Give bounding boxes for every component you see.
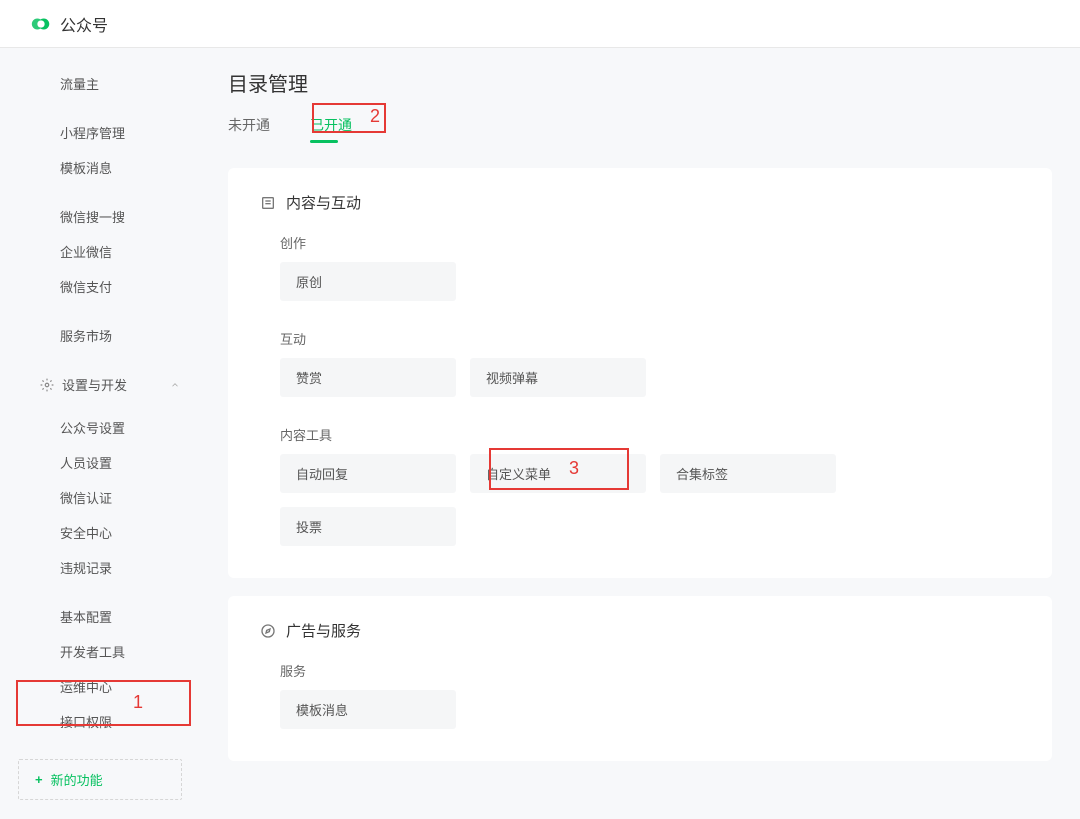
tab-bar: 未开通 已开通: [228, 115, 1052, 144]
panel-title: 内容与互动: [286, 192, 361, 213]
gear-icon: [40, 378, 54, 392]
sidebar-item-security-center[interactable]: 安全中心: [0, 515, 200, 550]
tag-collection-tags[interactable]: 合集标签: [660, 454, 836, 493]
sidebar-item-api-permissions[interactable]: 接口权限: [0, 704, 200, 739]
tab-enabled[interactable]: 已开通: [310, 115, 352, 143]
content-icon: [260, 195, 276, 211]
sidebar-item-account-settings[interactable]: 公众号设置: [0, 410, 200, 445]
group-interaction: 互动 赞赏 视频弹幕: [280, 329, 1020, 397]
tag-reward[interactable]: 赞赏: [280, 358, 456, 397]
sidebar-item-search[interactable]: 微信搜一搜: [0, 199, 200, 234]
sidebar-item-wx-verify[interactable]: 微信认证: [0, 480, 200, 515]
app-header: 公众号: [0, 0, 1080, 48]
group-creation: 创作 原创: [280, 233, 1020, 301]
plus-icon: +: [35, 772, 43, 787]
group-label: 创作: [280, 233, 1020, 252]
tag-vote[interactable]: 投票: [280, 507, 456, 546]
panel-ads-services: 广告与服务 服务 模板消息: [228, 596, 1052, 761]
sidebar-item-liuliangzhu[interactable]: 流量主: [0, 66, 200, 101]
sidebar-item-violation-log[interactable]: 违规记录: [0, 550, 200, 585]
group-label: 服务: [280, 661, 1020, 680]
new-feature-label: 新的功能: [51, 770, 103, 789]
sidebar-item-basic-config[interactable]: 基本配置: [0, 599, 200, 634]
tag-template-message[interactable]: 模板消息: [280, 690, 456, 729]
sidebar-item-service-market[interactable]: 服务市场: [0, 318, 200, 353]
group-services: 服务 模板消息: [280, 661, 1020, 729]
sidebar-section-settings[interactable]: 设置与开发: [0, 367, 200, 402]
sidebar-item-staff-settings[interactable]: 人员设置: [0, 445, 200, 480]
main-content: 目录管理 未开通 已开通 内容与互动 创作 原创 互动: [200, 48, 1080, 819]
group-label: 互动: [280, 329, 1020, 348]
wechat-logo-icon: [30, 13, 52, 35]
panel-title: 广告与服务: [286, 620, 361, 641]
sidebar-item-template-msg[interactable]: 模板消息: [0, 150, 200, 185]
group-content-tools: 内容工具 自动回复 自定义菜单 合集标签 投票: [280, 425, 1020, 546]
sidebar-item-wxpay[interactable]: 微信支付: [0, 269, 200, 304]
group-label: 内容工具: [280, 425, 1020, 444]
brand: 公众号: [30, 12, 108, 36]
compass-icon: [260, 623, 276, 639]
chevron-up-icon: [170, 380, 180, 390]
tag-original[interactable]: 原创: [280, 262, 456, 301]
new-feature-button[interactable]: + 新的功能: [18, 759, 182, 800]
page-title: 目录管理: [228, 68, 1052, 97]
sidebar: 流量主 小程序管理 模板消息 微信搜一搜 企业微信 微信支付 服务市场 设置与开…: [0, 48, 200, 819]
sidebar-item-miniprogram[interactable]: 小程序管理: [0, 115, 200, 150]
sidebar-item-enterprise-wx[interactable]: 企业微信: [0, 234, 200, 269]
tag-auto-reply[interactable]: 自动回复: [280, 454, 456, 493]
sidebar-item-dev-tools[interactable]: 开发者工具: [0, 634, 200, 669]
tab-not-enabled[interactable]: 未开通: [228, 115, 270, 143]
panel-content-interaction: 内容与互动 创作 原创 互动 赞赏 视频弹幕 内容工具: [228, 168, 1052, 578]
sidebar-item-ops-center[interactable]: 运维中心: [0, 669, 200, 704]
brand-text: 公众号: [60, 12, 108, 36]
sidebar-section-label: 设置与开发: [62, 375, 127, 394]
tag-custom-menu[interactable]: 自定义菜单: [470, 454, 646, 493]
tag-video-danmu[interactable]: 视频弹幕: [470, 358, 646, 397]
